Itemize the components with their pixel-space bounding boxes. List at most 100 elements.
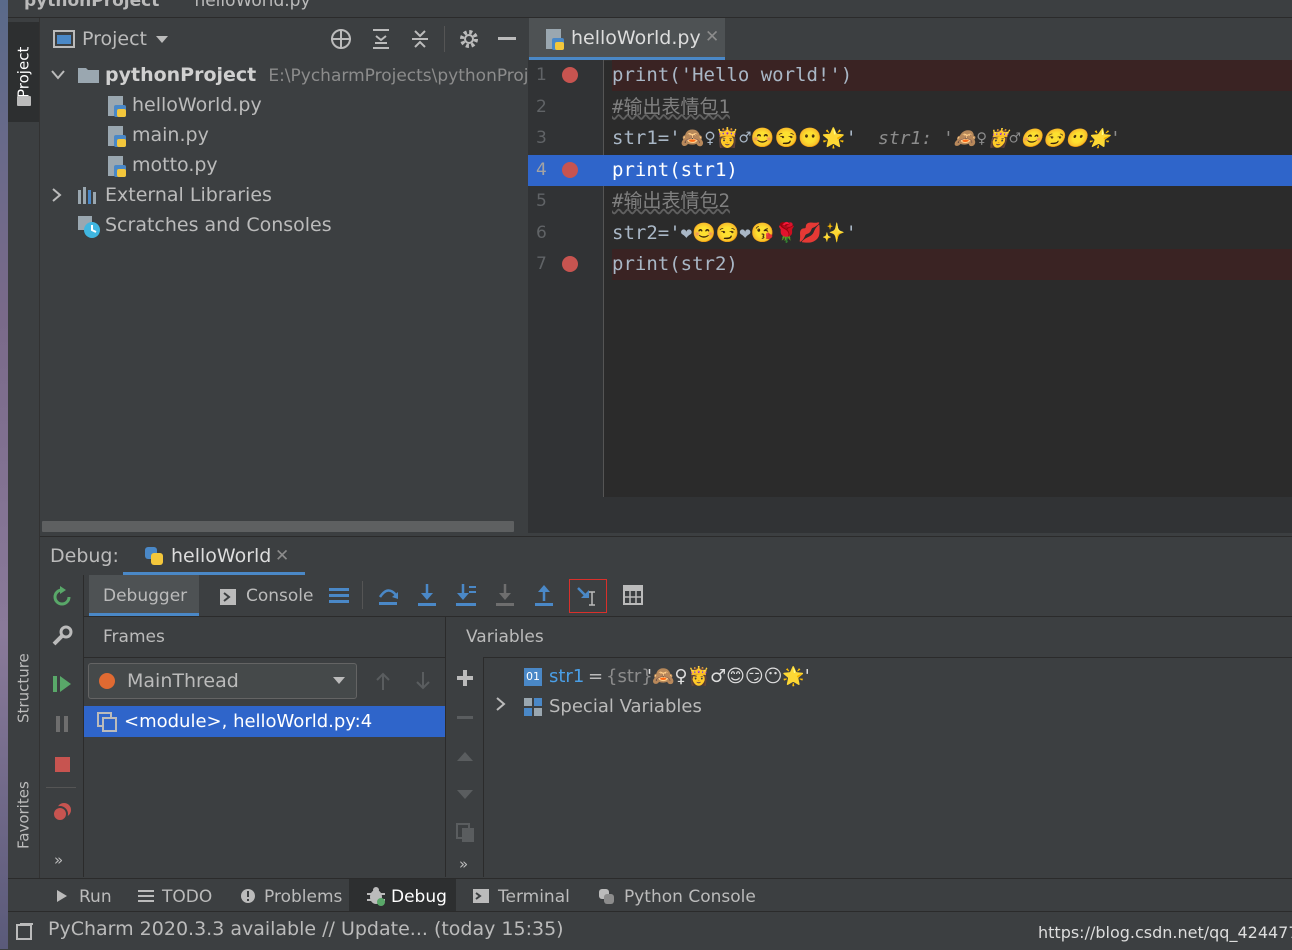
tab-console-label: Console: [246, 586, 314, 606]
project-tool-tab[interactable]: Project: [8, 22, 39, 122]
arrow-down-icon[interactable]: [415, 671, 431, 691]
special-variables-row[interactable]: Special Variables: [520, 693, 820, 721]
code-text: print(str2): [612, 253, 738, 275]
chevron-down-icon[interactable]: [51, 70, 65, 80]
debug-label: Debug:: [50, 545, 119, 567]
tab-run[interactable]: Run: [48, 879, 118, 911]
breakpoint-icon[interactable]: [562, 67, 578, 83]
tree-item-pythonproject[interactable]: pythonProject E:\PycharmProjects\pythonP…: [105, 60, 548, 90]
frames-list-icon[interactable]: [329, 585, 349, 605]
tree-item-label: pythonProject: [105, 64, 257, 86]
variable-row-str1[interactable]: 01 str1 = {str} '🙈♀👸♂😊😏😶🌟': [520, 663, 1220, 691]
breakpoint-icon[interactable]: [562, 256, 578, 272]
code-text: print(str1): [612, 158, 738, 181]
step-into-icon[interactable]: [417, 583, 437, 607]
editor-tab-helloworld[interactable]: helloWorld.py ✕: [529, 18, 725, 60]
variable-value: '🙈♀👸♂😊😏😶🌟': [647, 666, 810, 687]
status-message[interactable]: PyCharm 2020.3.3 available // Update... …: [48, 918, 564, 940]
project-tool-tab-label: Project: [14, 46, 33, 98]
code-line-2[interactable]: 2 #输出表情包1: [528, 92, 1292, 124]
thread-dropdown[interactable]: MainThread: [88, 663, 357, 699]
tab-problems[interactable]: Problems: [232, 879, 348, 911]
breadcrumb-project[interactable]: pythonProject: [24, 0, 159, 11]
step-into-my-code-icon[interactable]: [455, 583, 477, 607]
horizontal-scrollbar[interactable]: [42, 521, 514, 532]
stop-icon[interactable]: [51, 753, 73, 775]
evaluate-expression-icon[interactable]: [623, 585, 643, 605]
problems-icon: [241, 889, 255, 903]
tab-debug-label: Debug: [391, 887, 447, 907]
tree-item-label: motto.py: [132, 154, 218, 176]
line-number: 7: [536, 254, 547, 274]
copy-icon[interactable]: [456, 823, 476, 843]
arrow-up-icon[interactable]: [375, 671, 391, 691]
breadcrumb-file[interactable]: helloWorld.py: [194, 0, 310, 11]
step-out-icon[interactable]: [534, 583, 554, 607]
tab-terminal[interactable]: Terminal: [466, 879, 578, 911]
code-line-1[interactable]: 1 print('Hello world!'): [528, 60, 1292, 92]
python-file-icon: [546, 29, 564, 50]
code-lines: 1 print('Hello world!') 2 #输出表情包1 3 str1…: [528, 60, 1292, 290]
close-icon[interactable]: ✕: [275, 546, 289, 566]
python-icon: [145, 547, 163, 565]
add-watch-icon[interactable]: [456, 669, 474, 687]
tab-debugger[interactable]: Debugger: [89, 575, 199, 616]
favorites-tool-tab[interactable]: Favorites: [8, 760, 39, 870]
code-line-7[interactable]: 7 print(str2): [528, 249, 1292, 281]
tab-python-console[interactable]: Python Console: [590, 879, 760, 911]
gear-icon[interactable]: [458, 28, 480, 50]
more-actions-icon[interactable]: »: [54, 851, 63, 869]
tab-todo[interactable]: TODO: [130, 879, 220, 911]
tree-item-scratches[interactable]: Scratches and Consoles: [105, 210, 332, 240]
run-to-cursor-button[interactable]: [569, 579, 607, 613]
code-line-3[interactable]: 3 str1='🙈♀👸♂😊😏😶🌟' str1: '🙈♀👸♂😊😏😶🌟': [528, 123, 1292, 155]
move-down-icon[interactable]: [456, 787, 474, 801]
view-breakpoints-icon[interactable]: [51, 801, 73, 823]
window-icon[interactable]: [16, 922, 34, 940]
tab-python-console-label: Python Console: [624, 887, 756, 907]
remove-watch-icon[interactable]: [456, 709, 474, 727]
tab-console[interactable]: Console: [212, 575, 314, 616]
chevron-right-icon[interactable]: [496, 697, 506, 711]
debug-session-tab[interactable]: helloWorld ✕: [123, 537, 305, 575]
tree-item-motto[interactable]: motto.py: [132, 150, 218, 180]
frames-title: Frames: [103, 627, 165, 647]
hide-icon[interactable]: [498, 37, 516, 41]
more-actions-icon[interactable]: »: [459, 855, 468, 873]
code-text: print('Hello world!'): [612, 64, 853, 86]
close-icon[interactable]: ✕: [705, 27, 719, 47]
breakpoint-icon[interactable]: [562, 161, 578, 178]
move-up-icon[interactable]: [456, 749, 474, 763]
frame-icon: [97, 712, 117, 732]
watermark-url: https://blog.csdn.net/qq_42447728: [1038, 923, 1292, 942]
code-line-5[interactable]: 5 #输出表情包2: [528, 186, 1292, 218]
locate-icon[interactable]: [330, 28, 352, 50]
chevron-down-icon[interactable]: [156, 36, 168, 44]
bug-icon: [367, 887, 385, 906]
code-line-6[interactable]: 6 str2='❤😊😏❤😘🌹💋✨': [528, 218, 1292, 250]
code-comment: #输出表情包1: [612, 95, 730, 118]
resume-icon[interactable]: [51, 673, 73, 695]
code-line-4[interactable]: 4 print(str1): [528, 154, 1292, 186]
wrench-icon[interactable]: [51, 625, 73, 647]
chevron-right-icon[interactable]: [52, 188, 62, 202]
pause-icon[interactable]: [51, 713, 73, 735]
library-icon: [78, 187, 96, 204]
frames-header: Frames: [84, 617, 445, 658]
tree-item-helloworld[interactable]: helloWorld.py: [132, 90, 262, 120]
project-view-title[interactable]: Project: [82, 28, 147, 50]
force-step-into-icon[interactable]: [495, 583, 515, 607]
python-file-icon: [108, 126, 126, 147]
line-number: 2: [536, 96, 547, 117]
frame-row[interactable]: <module>, helloWorld.py:4: [84, 706, 445, 737]
expand-all-icon[interactable]: [371, 28, 391, 50]
tab-debug[interactable]: Debug: [349, 879, 456, 911]
rerun-icon[interactable]: [51, 586, 73, 608]
collapse-all-icon[interactable]: [410, 28, 430, 50]
structure-tool-tab[interactable]: Structure: [8, 633, 39, 743]
tree-item-external-libraries[interactable]: External Libraries: [105, 180, 272, 210]
tree-item-label: Scratches and Consoles: [105, 214, 332, 236]
tree-item-main[interactable]: main.py: [132, 120, 209, 150]
step-over-icon[interactable]: [377, 583, 399, 607]
line-number: 1: [536, 65, 547, 85]
